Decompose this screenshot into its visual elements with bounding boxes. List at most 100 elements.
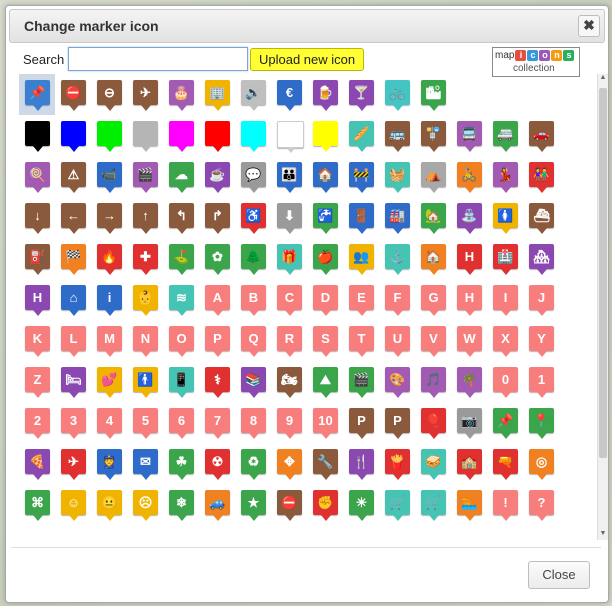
icon-option[interactable]: 🧺 <box>379 156 415 197</box>
icon-option[interactable]: 👶 <box>127 279 163 320</box>
icon-option[interactable]: ♿ <box>235 197 271 238</box>
icon-option[interactable] <box>163 115 199 156</box>
icon-option[interactable]: ⛽ <box>19 238 55 279</box>
icon-option[interactable]: ☀ <box>343 484 379 525</box>
icon-option[interactable]: 🏭 <box>379 197 415 238</box>
icon-option[interactable]: E <box>343 279 379 320</box>
icon-option[interactable]: 🏫 <box>451 443 487 484</box>
icon-option[interactable]: 🥖 <box>343 115 379 156</box>
icon-option[interactable]: 🍴 <box>343 443 379 484</box>
icon-option[interactable]: 5 <box>127 402 163 443</box>
icon-option[interactable]: N <box>127 320 163 361</box>
icon-option[interactable]: 🔧 <box>307 443 343 484</box>
icon-option[interactable]: 🚗 <box>523 115 559 156</box>
icon-option[interactable]: H <box>451 279 487 320</box>
icon-option[interactable]: K <box>19 320 55 361</box>
icon-option[interactable]: 3 <box>55 402 91 443</box>
icon-option[interactable]: 🚲 <box>379 74 415 115</box>
icon-option[interactable]: C <box>271 279 307 320</box>
icon-option[interactable]: ✥ <box>271 443 307 484</box>
icon-option[interactable]: ✊ <box>307 484 343 525</box>
icon-option[interactable]: G <box>415 279 451 320</box>
icon-option[interactable]: 👮 <box>91 443 127 484</box>
icon-option[interactable]: 🍕 <box>19 443 55 484</box>
icon-option[interactable]: ↑ <box>127 197 163 238</box>
icon-option[interactable]: 📌 <box>19 74 55 115</box>
scroll-down-arrow-icon[interactable]: ▼ <box>599 530 607 540</box>
icon-option[interactable]: B <box>235 279 271 320</box>
icon-option[interactable]: ❄ <box>163 484 199 525</box>
icon-option[interactable]: 🏍 <box>271 361 307 402</box>
icon-option[interactable]: 🎨 <box>379 361 415 402</box>
icon-option[interactable]: 🌴 <box>451 361 487 402</box>
icon-option[interactable]: M <box>91 320 127 361</box>
icon-option[interactable] <box>55 115 91 156</box>
icon-option[interactable]: 🏡 <box>415 197 451 238</box>
icon-option[interactable]: 🔊 <box>235 74 271 115</box>
icon-option[interactable]: 😐 <box>91 484 127 525</box>
icon-option[interactable]: ⚠ <box>55 156 91 197</box>
icon-option[interactable]: ⬇ <box>271 197 307 238</box>
close-icon[interactable]: ✖ <box>578 15 600 37</box>
icon-option[interactable]: X <box>487 320 523 361</box>
icon-option[interactable]: ? <box>523 484 559 525</box>
icon-option[interactable]: 🚺 <box>487 197 523 238</box>
search-input[interactable] <box>68 47 248 71</box>
icon-option[interactable]: 🎂 <box>163 74 199 115</box>
icon-option[interactable]: 👫 <box>523 156 559 197</box>
icon-option[interactable]: J <box>523 279 559 320</box>
icon-option[interactable]: 1 <box>523 361 559 402</box>
icon-option[interactable]: 🚏 <box>415 115 451 156</box>
icon-option[interactable]: 📚 <box>235 361 271 402</box>
icon-option[interactable]: 👪 <box>271 156 307 197</box>
icon-option[interactable]: 🎵 <box>415 361 451 402</box>
mapicons-logo[interactable]: map i c o n s collection <box>492 47 580 77</box>
icon-option[interactable]: 💬 <box>235 156 271 197</box>
icon-option[interactable]: ✈ <box>55 443 91 484</box>
icon-option[interactable]: 🚌 <box>379 115 415 156</box>
icon-option[interactable]: O <box>163 320 199 361</box>
icon-option[interactable]: ☕ <box>199 156 235 197</box>
vertical-scrollbar[interactable]: ▲ ▼ <box>597 74 608 540</box>
icon-option[interactable]: L <box>55 320 91 361</box>
icon-option[interactable]: 🚪 <box>343 197 379 238</box>
icon-option[interactable]: 🏘 <box>523 238 559 279</box>
icon-option[interactable]: A <box>199 279 235 320</box>
icon-option[interactable]: F <box>379 279 415 320</box>
icon-option[interactable]: ⛲ <box>451 197 487 238</box>
icon-option[interactable]: ↓ <box>19 197 55 238</box>
icon-option[interactable]: ⛔ <box>55 74 91 115</box>
upload-new-icon-button[interactable]: Upload new icon <box>250 48 365 71</box>
icon-option[interactable]: 💕 <box>91 361 127 402</box>
icon-option[interactable]: 🔫 <box>487 443 523 484</box>
icon-option[interactable]: R <box>271 320 307 361</box>
icon-option[interactable]: 🏥 <box>487 238 523 279</box>
icon-option[interactable]: 🚰 <box>307 197 343 238</box>
icon-option[interactable]: ⚓ <box>379 238 415 279</box>
icon-option[interactable]: 🍎 <box>307 238 343 279</box>
icon-option[interactable]: 🎬 <box>127 156 163 197</box>
icon-option[interactable]: 🛒 <box>379 484 415 525</box>
scroll-up-arrow-icon[interactable]: ▲ <box>599 74 607 84</box>
icon-option[interactable] <box>91 115 127 156</box>
icon-option[interactable] <box>307 115 343 156</box>
icon-option[interactable]: ! <box>487 484 523 525</box>
icon-option[interactable]: 📱 <box>163 361 199 402</box>
icon-option[interactable]: H <box>19 279 55 320</box>
icon-option[interactable]: 2 <box>19 402 55 443</box>
icon-option[interactable]: P <box>379 402 415 443</box>
icon-option[interactable]: T <box>343 320 379 361</box>
icon-option[interactable]: H <box>451 238 487 279</box>
icon-option[interactable]: 6 <box>163 402 199 443</box>
icon-option[interactable]: ⊖ <box>91 74 127 115</box>
icon-option[interactable]: ☘ <box>163 443 199 484</box>
icon-option[interactable]: 📌 <box>487 402 523 443</box>
icon-option[interactable]: ↱ <box>199 197 235 238</box>
icon-option[interactable]: Q <box>235 320 271 361</box>
icon-option[interactable]: ✈ <box>127 74 163 115</box>
icon-option[interactable]: 🏢 <box>199 74 235 115</box>
icon-option[interactable]: D <box>307 279 343 320</box>
icon-option[interactable]: U <box>379 320 415 361</box>
icon-option[interactable]: ✚ <box>127 238 163 279</box>
icon-grid-viewport[interactable]: 📌 ⛔ ⊖ ✈ 🎂 🏢 🔊 € 🍺 🍸 🚲 🏙 🥖 🚌 🚏 🚍 🚐 🚗 🍭 ⚠ 📹 🎬 ☁ ☕ 💬 👪 🏠 🚧 🧺 ⛺ 🚴 💃 👫 ↓ ← → ↑ ↰ ↱ ♿… <box>19 74 597 540</box>
